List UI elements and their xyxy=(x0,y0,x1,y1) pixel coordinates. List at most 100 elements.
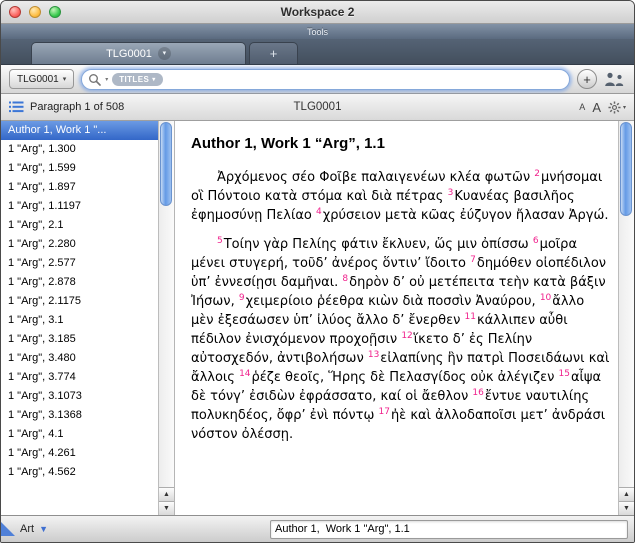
tab-menu-button[interactable]: ▾ xyxy=(158,47,171,60)
art-menu-label[interactable]: Art xyxy=(20,523,34,535)
search-icon xyxy=(88,73,101,86)
close-button[interactable] xyxy=(9,6,21,18)
list-item[interactable]: 1 "Arg", 3.1 xyxy=(1,311,158,330)
line-number: 8 xyxy=(342,274,348,284)
pane-title: TLG0001 xyxy=(294,101,342,113)
scroll-track[interactable] xyxy=(619,121,634,487)
font-decrease-button[interactable]: A xyxy=(579,102,585,112)
line-number: 13 xyxy=(368,350,379,360)
list-item[interactable]: 1 "Arg", 2.878 xyxy=(1,273,158,292)
bottom-bar: Art ▼ xyxy=(1,515,634,542)
plus-icon: + xyxy=(583,73,591,86)
window-title: Workspace 2 xyxy=(1,5,634,19)
passage-heading: Author 1, Work 1 “Arg”, 1.1 xyxy=(191,135,610,152)
line-number: 9 xyxy=(239,293,245,303)
settings-button[interactable]: ▾ xyxy=(608,101,626,114)
scroll-up-button[interactable]: ▲ xyxy=(619,487,634,501)
greek-paragraph: 5Τοίην γὰρ Πελίης φάτιν ἔκλυεν, ὥς μιν ὀ… xyxy=(191,235,610,444)
font-increase-button[interactable]: A xyxy=(592,100,601,115)
plus-icon: + xyxy=(270,46,278,61)
list-item[interactable]: 1 "Arg", 4.261 xyxy=(1,444,158,463)
list-item[interactable]: 1 "Arg", 1.1197 xyxy=(1,197,158,216)
window: Workspace 2 Tools TLG0001 ▾ + TLG0001 ▾ … xyxy=(0,0,635,543)
line-number: 14 xyxy=(239,369,250,379)
greek-paragraph: Ἀρχόμενος σέο Φοῖβε παλαιγενέων κλέα φωτ… xyxy=(191,168,610,225)
list-item[interactable]: 1 "Arg", 3.1073 xyxy=(1,387,158,406)
arrow-up-icon: ▲ xyxy=(163,491,170,498)
chevron-down-icon: ▾ xyxy=(623,104,626,111)
line-number: 10 xyxy=(540,293,551,303)
sidebar-scrollbar[interactable]: ▲ ▼ xyxy=(158,121,174,515)
location-input[interactable] xyxy=(270,520,628,539)
tools-label: Tools xyxy=(307,27,328,37)
list-item[interactable]: 1 "Arg", 3.774 xyxy=(1,368,158,387)
content-header: Paragraph 1 of 508 TLG0001 A A ▾ xyxy=(1,94,634,121)
greek-text: Ἀρχόμενος σέο Φοῖβε παλαιγενέων κλέα φωτ… xyxy=(191,168,610,444)
tab-bar: TLG0001 ▾ + xyxy=(1,39,634,65)
zoom-button[interactable] xyxy=(49,6,61,18)
corner-triangle-icon xyxy=(1,522,15,536)
scroll-down-button[interactable]: ▼ xyxy=(159,501,174,515)
line-number: 7 xyxy=(470,255,476,265)
list-item[interactable]: 1 "Arg", 1.300 xyxy=(1,140,158,159)
traffic-lights xyxy=(9,6,61,18)
line-number: 3 xyxy=(448,188,454,198)
scroll-track[interactable] xyxy=(159,121,174,487)
line-number: 11 xyxy=(465,312,476,322)
arrow-down-icon: ▼ xyxy=(623,505,630,512)
people-icon[interactable] xyxy=(604,72,626,87)
list-item[interactable]: 1 "Arg", 3.480 xyxy=(1,349,158,368)
search-toolbar: TLG0001 ▾ ▾ TITLES ▾ + xyxy=(1,65,634,94)
tab-label: TLG0001 xyxy=(106,48,152,60)
list-item[interactable]: 1 "Arg", 4.562 xyxy=(1,463,158,482)
line-number: 2 xyxy=(534,169,540,179)
list-item[interactable]: 1 "Arg", 3.1368 xyxy=(1,406,158,425)
tools-strip: Tools xyxy=(1,24,634,39)
chevron-down-icon: ▾ xyxy=(163,50,167,57)
search-scope-label: TITLES xyxy=(119,75,149,84)
line-number: 16 xyxy=(472,388,483,398)
arrow-down-icon: ▼ xyxy=(163,505,170,512)
list-item[interactable]: 1 "Arg", 1.897 xyxy=(1,178,158,197)
scroll-thumb[interactable] xyxy=(160,122,172,206)
list-view-icon[interactable] xyxy=(9,101,24,113)
new-tab-button[interactable]: + xyxy=(249,42,298,64)
sidebar-list: Author 1, Work 1 "...1 "Arg", 1.3001 "Ar… xyxy=(1,121,158,515)
corpus-dropdown[interactable]: TLG0001 ▾ xyxy=(9,69,74,89)
list-item[interactable]: Author 1, Work 1 "... xyxy=(1,121,158,140)
list-item[interactable]: 1 "Arg", 2.280 xyxy=(1,235,158,254)
line-number: 12 xyxy=(401,331,412,341)
gear-icon xyxy=(608,101,621,114)
chevron-down-icon[interactable]: ▼ xyxy=(39,525,48,534)
paragraph-status: Paragraph 1 of 508 xyxy=(30,101,124,113)
title-bar: Workspace 2 xyxy=(1,1,634,24)
line-number: 17 xyxy=(378,407,389,417)
scroll-up-button[interactable]: ▲ xyxy=(159,487,174,501)
search-input[interactable] xyxy=(167,72,563,86)
search-scope-pill[interactable]: TITLES ▾ xyxy=(112,73,162,86)
chevron-down-icon[interactable]: ▾ xyxy=(105,76,108,83)
add-button[interactable]: + xyxy=(577,69,597,89)
chevron-down-icon: ▾ xyxy=(63,75,67,83)
main-area: Author 1, Work 1 "...1 "Arg", 1.3001 "Ar… xyxy=(1,121,634,515)
list-item[interactable]: 1 "Arg", 2.1175 xyxy=(1,292,158,311)
scroll-down-button[interactable]: ▼ xyxy=(619,501,634,515)
list-item[interactable]: 1 "Arg", 1.599 xyxy=(1,159,158,178)
search-field[interactable]: ▾ TITLES ▾ xyxy=(81,69,570,90)
list-item[interactable]: 1 "Arg", 2.1 xyxy=(1,216,158,235)
chevron-down-icon: ▾ xyxy=(152,76,155,83)
corpus-dropdown-label: TLG0001 xyxy=(17,74,59,85)
tab-tlg0001[interactable]: TLG0001 ▾ xyxy=(31,42,246,64)
scroll-thumb[interactable] xyxy=(620,122,632,216)
content-scrollbar[interactable]: ▲ ▼ xyxy=(618,121,634,515)
list-item[interactable]: 1 "Arg", 2.577 xyxy=(1,254,158,273)
line-number: 4 xyxy=(316,207,322,217)
minimize-button[interactable] xyxy=(29,6,41,18)
line-number: 6 xyxy=(533,236,539,246)
line-number: 15 xyxy=(559,369,570,379)
list-item[interactable]: 1 "Arg", 3.185 xyxy=(1,330,158,349)
list-item[interactable]: 1 "Arg", 4.1 xyxy=(1,425,158,444)
arrow-up-icon: ▲ xyxy=(623,491,630,498)
text-pane: Author 1, Work 1 “Arg”, 1.1 Ἀρχόμενος σέ… xyxy=(174,121,618,515)
line-number: 5 xyxy=(217,236,223,246)
